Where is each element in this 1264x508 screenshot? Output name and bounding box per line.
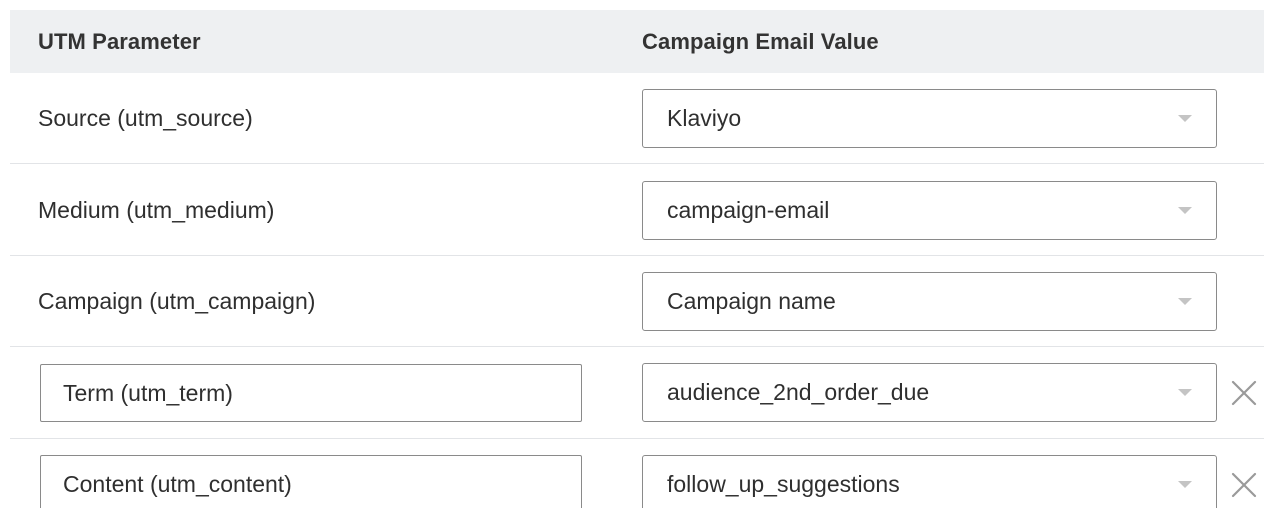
- chevron-down-icon: [1178, 298, 1192, 305]
- remove-row-button-content[interactable]: [1229, 470, 1259, 500]
- chevron-down-icon: [1178, 481, 1192, 488]
- value-select-campaign[interactable]: Campaign name: [642, 272, 1217, 331]
- param-label-source: Source (utm_source): [38, 105, 253, 131]
- selected-value: Campaign name: [667, 288, 836, 314]
- chevron-down-icon: [1178, 115, 1192, 122]
- value-select-medium[interactable]: campaign-email: [642, 181, 1217, 240]
- table-row-medium: Medium (utm_medium) campaign-email: [10, 165, 1264, 256]
- selected-value: follow_up_suggestions: [667, 471, 900, 497]
- chevron-down-icon: [1178, 389, 1192, 396]
- param-label-medium: Medium (utm_medium): [38, 197, 275, 223]
- value-select-source[interactable]: Klaviyo: [642, 89, 1217, 148]
- param-name-input-term[interactable]: [40, 364, 582, 422]
- param-label-campaign: Campaign (utm_campaign): [38, 288, 316, 314]
- table-row-campaign: Campaign (utm_campaign) Campaign name: [10, 256, 1264, 347]
- close-icon: [1231, 472, 1257, 498]
- selected-value: audience_2nd_order_due: [667, 379, 930, 405]
- param-name-input-content[interactable]: [40, 455, 582, 508]
- utm-parameter-column-header: UTM Parameter: [38, 29, 201, 54]
- selected-value: campaign-email: [667, 197, 830, 223]
- value-select-term[interactable]: audience_2nd_order_due: [642, 363, 1217, 422]
- chevron-down-icon: [1178, 207, 1192, 214]
- utm-parameters-table: UTM Parameter Campaign Email Value Sourc…: [0, 0, 1264, 508]
- campaign-email-value-column-header: Campaign Email Value: [642, 29, 879, 54]
- table-row-term: audience_2nd_order_due: [10, 348, 1264, 439]
- remove-row-button-term[interactable]: [1229, 378, 1259, 408]
- table-row-source: Source (utm_source) Klaviyo: [10, 73, 1264, 164]
- close-icon: [1231, 380, 1257, 406]
- selected-value: Klaviyo: [667, 105, 742, 131]
- table-row-content: follow_up_suggestions: [10, 439, 1264, 508]
- value-select-content[interactable]: follow_up_suggestions: [642, 455, 1217, 508]
- table-header: UTM Parameter Campaign Email Value: [10, 10, 1264, 73]
